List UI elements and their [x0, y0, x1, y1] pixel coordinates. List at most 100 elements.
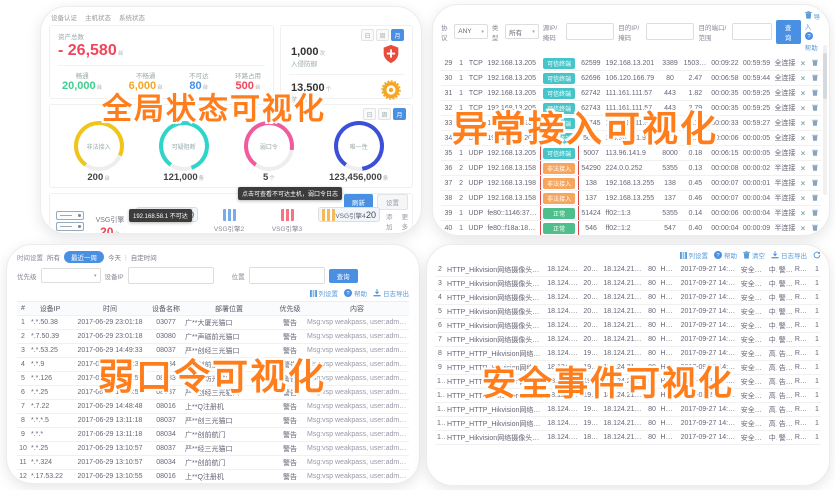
access-row: 391UDPfe80::1146:3768... 正常 51424ff02::1…	[441, 206, 821, 221]
more-engines-button[interactable]: 更多>>	[399, 211, 412, 235]
status-badge: 可信终端	[543, 73, 575, 84]
dst-port-input[interactable]	[732, 23, 772, 40]
weakpass-search-button[interactable]: 查询	[329, 269, 358, 283]
close-connection-icon[interactable]: ×	[801, 74, 806, 83]
close-connection-icon[interactable]: ×	[801, 164, 806, 173]
event-row: 3HTTP_Hikvision网络摄像头绕过认证漏洞18.124.1.83203…	[435, 277, 821, 291]
help-button[interactable]: ? 帮助	[714, 250, 737, 260]
device-ip-input[interactable]	[128, 267, 214, 284]
delete-row-icon[interactable]	[812, 121, 818, 128]
toggle-month[interactable]: 月	[391, 29, 404, 41]
dashboard-tabs: 设备认证 主机状态 系统状态	[49, 11, 413, 25]
add-engine-button[interactable]: 添加+	[386, 211, 393, 235]
access-search-button[interactable]: 查询	[776, 20, 801, 44]
close-connection-icon[interactable]: ×	[801, 59, 806, 68]
gauge-弱口令: 弱口令 5个	[244, 121, 294, 183]
toggle-week[interactable]: 周	[378, 108, 391, 120]
priority-select[interactable]: ▾	[41, 268, 101, 283]
engine-tile-3[interactable]: VSG引擎350	[260, 207, 314, 234]
delete-row-icon[interactable]	[812, 226, 818, 233]
close-connection-icon[interactable]: ×	[801, 194, 806, 203]
toggle-month[interactable]: 月	[393, 108, 406, 120]
scrollbar[interactable]	[823, 45, 827, 195]
close-connection-icon[interactable]: ×	[801, 179, 806, 188]
access-row: 411UDPfe80::1146:3768... 正常 61755ff02::1…	[441, 236, 821, 237]
close-connection-icon[interactable]: ×	[801, 119, 806, 128]
asset-total-label: 资产总数	[58, 31, 265, 41]
delete-row-icon[interactable]	[812, 91, 818, 98]
close-connection-icon[interactable]: ×	[801, 89, 806, 98]
close-connection-icon[interactable]: ×	[801, 149, 806, 158]
log-export-button[interactable]: 日志导出	[373, 288, 409, 298]
type-select[interactable]: 所有▾	[505, 24, 539, 39]
delete-row-icon[interactable]	[812, 211, 818, 218]
refresh-button[interactable]	[813, 251, 821, 259]
column-header: 设备IP	[29, 302, 71, 316]
engine-rack-icon	[281, 209, 294, 221]
engine-total: VSG引擎 20台	[90, 215, 130, 235]
protocol-select[interactable]: ANY▾	[454, 24, 488, 39]
help-icon: ?	[805, 32, 813, 40]
events-table: 2HTTP_Hikvision网络摄像头绕过认证漏洞18.124.1.83203…	[435, 263, 821, 445]
delete-row-icon[interactable]	[812, 196, 818, 203]
weakpass-row: 9*.*.*2017-06-29 13:11:1808034 广**创前航门警告…	[17, 428, 409, 442]
engine-secondary-button[interactable]: 设置	[377, 194, 408, 210]
engine-tile-4[interactable]: VSG引擎420	[318, 207, 380, 222]
tab-host-status[interactable]: 主机状态	[85, 12, 111, 22]
event-row: 14HTTP_Hikvision网络摄像头越权下载配置文件漏洞18.124.1.…	[435, 431, 821, 445]
caption-weak-password: 弱口令可视化	[98, 348, 326, 400]
delete-row-icon[interactable]	[812, 166, 818, 173]
access-row: 301TCP192.168.13.205 可信终端 62696106.120.1…	[441, 71, 821, 86]
weakpass-row: 11*.*.3242017-06-29 13:10:5708034 广**创前航…	[17, 456, 409, 470]
toggle-week[interactable]: 周	[376, 29, 389, 41]
column-settings-button[interactable]: 列设置	[310, 288, 339, 298]
delete-row-icon[interactable]	[812, 106, 818, 113]
delete-row-icon[interactable]	[812, 76, 818, 83]
close-connection-icon[interactable]: ×	[801, 104, 806, 113]
shield-cross-icon	[380, 43, 402, 70]
event-row: 2HTTP_Hikvision网络摄像头绕过认证漏洞18.124.1.83203…	[435, 263, 821, 277]
period-toggle: 日 周 月	[289, 29, 404, 41]
close-connection-icon[interactable]: ×	[801, 224, 806, 233]
time-today-link[interactable]: 今天	[108, 252, 121, 262]
status-badge: 非法接入	[543, 163, 575, 174]
event-row: 4HTTP_Hikvision网络摄像头绕过认证漏洞18.124.1.83203…	[435, 291, 821, 305]
close-connection-icon[interactable]: ×	[801, 209, 806, 218]
src-ip-input[interactable]	[566, 23, 614, 40]
engine-tooltip-top: 点击可查看不可达主机，弱口令日志	[238, 187, 342, 200]
import-icon	[805, 11, 812, 19]
close-connection-icon[interactable]: ×	[801, 134, 806, 143]
screenshot-stage: 设备认证 主机状态 系统状态 资产总数 - 26,580台 畅通 20,000台…	[0, 0, 835, 490]
stat-reachable: 畅通 20,000台	[62, 70, 102, 92]
protocol-label: 协议	[441, 22, 450, 42]
import-button[interactable]: 导入	[805, 11, 821, 31]
status-badge: 可信终端	[543, 88, 575, 99]
delete-row-icon[interactable]	[812, 151, 818, 158]
weakpass-row: 12*.17.53.222017-06-29 13:10:5508016 上**…	[17, 470, 409, 484]
gauge-唯一性: 唯一性 123,456,000条	[329, 121, 388, 183]
engine-unreachable-tooltip: 192.168.58.1 不可达	[129, 209, 192, 222]
trash-icon	[743, 251, 750, 259]
time-all-link[interactable]: 所有	[47, 252, 60, 262]
weakpass-filter-bar: 优先级 ▾ 设备IP 位置 查询	[17, 267, 409, 284]
event-row: 6HTTP_Hikvision网络摄像头绕过认证漏洞18.124.1.83202…	[435, 319, 821, 333]
toggle-day[interactable]: 日	[361, 29, 374, 41]
engine-tile-2[interactable]: VSG引擎210	[202, 207, 256, 234]
tab-system-status[interactable]: 系统状态	[119, 12, 145, 22]
help-button[interactable]: ? 帮助	[344, 288, 367, 298]
dst-ip-input[interactable]	[646, 23, 694, 40]
tab-device-auth[interactable]: 设备认证	[51, 12, 77, 22]
location-input[interactable]	[249, 267, 325, 284]
delete-row-icon[interactable]	[812, 136, 818, 143]
time-lastweek-pill[interactable]: 最近一周	[64, 251, 104, 263]
delete-row-icon[interactable]	[812, 181, 818, 188]
log-export-button[interactable]: 日志导出	[771, 250, 807, 260]
clear-button[interactable]: 清空	[743, 250, 765, 260]
column-settings-button[interactable]: 列设置	[680, 250, 709, 260]
toggle-day[interactable]: 日	[363, 108, 376, 120]
access-row: 362UDP192.168.13.158 非法接入 54290224.0.0.2…	[441, 161, 821, 176]
help-button[interactable]: ? 帮助	[805, 32, 821, 52]
engine-tile-1[interactable]: 192.168.58.1 不可达 VSG引擎120	[136, 207, 198, 222]
time-custom-link[interactable]: 自定时间	[131, 252, 157, 262]
delete-row-icon[interactable]	[812, 61, 818, 68]
